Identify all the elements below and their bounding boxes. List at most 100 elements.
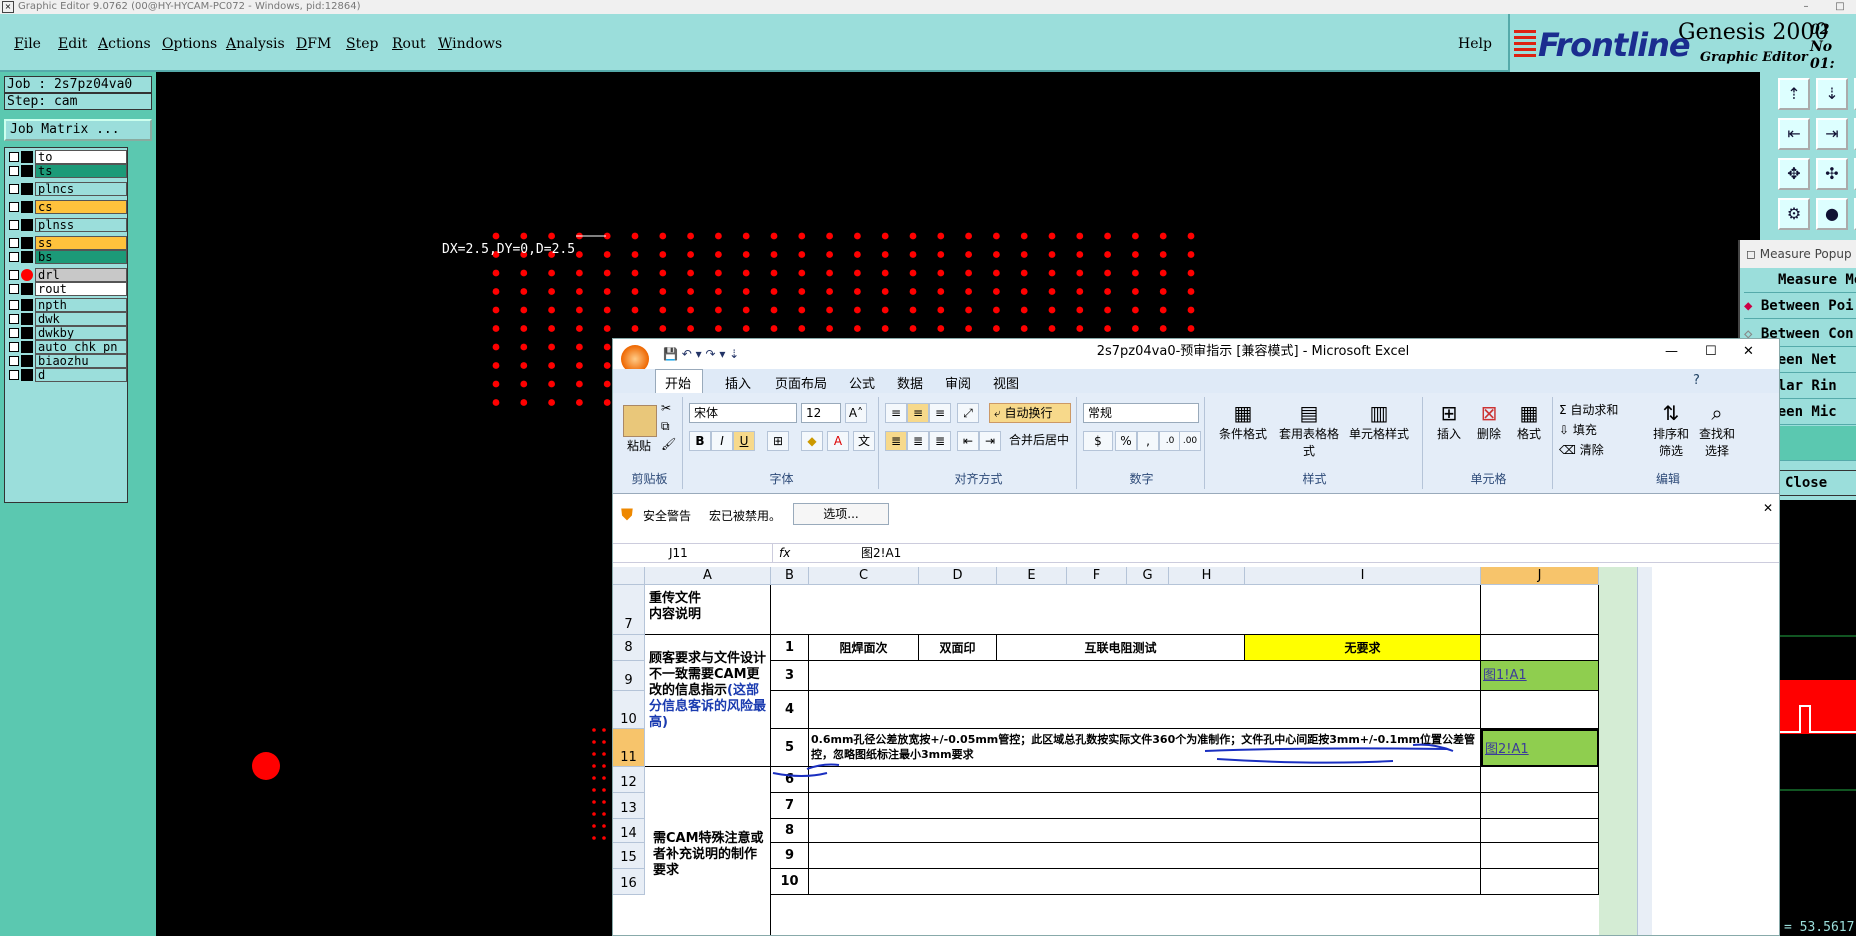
drill-hole	[687, 288, 694, 295]
decrease-indent-icon[interactable]: ⇤	[957, 431, 979, 451]
drill-hole	[602, 728, 606, 732]
grow-font-icon[interactable]: A˄	[845, 403, 867, 423]
percent-button[interactable]: %	[1115, 431, 1137, 451]
tab-formulas[interactable]: 公式	[849, 373, 875, 392]
excel-minimize-button[interactable]: —	[1665, 339, 1678, 365]
paste-icon[interactable]	[623, 405, 657, 437]
sort-filter-button[interactable]: ⇅ 排序和筛选	[1649, 401, 1693, 459]
quick-access-icon[interactable]: 💾 ↶ ▾ ↷ ▾ ⇣	[663, 341, 739, 367]
align-top-icon[interactable]: ≡	[885, 403, 907, 423]
find-select-button[interactable]: ⌕ 查找和选择	[1695, 401, 1739, 459]
drill-hole	[1076, 306, 1084, 314]
ribbon: 粘贴 ✂ ⧉ 🖌 剪贴板 宋体 12 A˄ B I U ⊞ ◆ A 文 字体 ≡…	[613, 393, 1779, 494]
tab-insert[interactable]: 插入	[725, 373, 751, 392]
increase-decimal-icon[interactable]: .0	[1159, 431, 1181, 451]
formula-input[interactable]: 图2!A1	[861, 544, 901, 562]
tab-review[interactable]: 审阅	[945, 373, 971, 392]
drill-hole	[937, 269, 945, 277]
drill-hole	[742, 325, 750, 332]
help-icon[interactable]: ?	[1693, 373, 1700, 388]
drill-hole	[687, 269, 694, 277]
clear-button[interactable]: ⌫ 清除	[1559, 441, 1604, 458]
paste-button[interactable]: 粘贴	[621, 437, 657, 454]
drill-hole	[1048, 251, 1056, 258]
font-name-select[interactable]: 宋体	[689, 403, 797, 423]
format-cells-button[interactable]: ▦ 格式	[1509, 401, 1549, 442]
merge-center-button[interactable]: 合并后居中	[1005, 431, 1075, 451]
autosum-button[interactable]: Σ 自动求和	[1559, 401, 1618, 418]
align-bottom-icon[interactable]: ≡	[929, 403, 951, 423]
tab-page-layout[interactable]: 页面布局	[775, 373, 827, 392]
bold-button[interactable]: B	[689, 431, 711, 451]
font-size-select[interactable]: 12	[801, 403, 841, 423]
fill-color-icon[interactable]: ◆	[801, 431, 823, 451]
coordinate-readout: = 53.5617	[1784, 920, 1855, 935]
italic-button[interactable]: I	[711, 431, 733, 451]
conditional-format-button[interactable]: ▦ 条件格式	[1215, 401, 1271, 442]
drill-hole	[881, 232, 889, 240]
security-options-button[interactable]: 选项...	[793, 503, 889, 525]
group-number: 常规 $ % , .0 .00 数字	[1079, 397, 1205, 489]
drill-hole	[603, 251, 611, 258]
drill-hole	[576, 306, 583, 314]
increase-indent-icon[interactable]: ⇥	[979, 431, 1001, 451]
drill-hole	[1159, 325, 1167, 332]
comma-button[interactable]: ,	[1137, 431, 1159, 451]
number-format-select[interactable]: 常规	[1083, 403, 1199, 423]
wrap-text-button[interactable]: ⤶ 自动换行	[989, 403, 1071, 423]
align-right-icon[interactable]: ≣	[929, 431, 951, 451]
import-icon[interactable]: ⇡	[1778, 78, 1810, 110]
export-icon[interactable]: ⇣	[1816, 78, 1848, 110]
group-cells: ⊞ 插入 ⊠ 删除 ▦ 格式 单元格	[1425, 397, 1553, 489]
zoom-fit-icon[interactable]: ✥	[1778, 158, 1810, 190]
drill-hole	[592, 728, 596, 732]
currency-icon[interactable]: $	[1083, 431, 1113, 451]
tab-data[interactable]: 数据	[897, 373, 923, 392]
drill-hole	[602, 764, 606, 768]
border-icon[interactable]: ⊞	[767, 431, 789, 451]
between-points-option[interactable]: ◆ Between Poi	[1744, 294, 1856, 319]
drill-hole	[1020, 325, 1028, 332]
format-painter-icon[interactable]: 🖌	[661, 437, 676, 451]
drill-hole	[602, 740, 606, 744]
fx-icon[interactable]: fx	[779, 544, 790, 562]
cut-icon[interactable]: ✂	[661, 401, 671, 415]
zoom-center-icon[interactable]: ✣	[1816, 158, 1848, 190]
pan-right-icon[interactable]: ⇥	[1816, 118, 1848, 150]
sort-filter-icon: ⇅	[1662, 401, 1680, 425]
decrease-decimal-icon[interactable]: .00	[1179, 431, 1201, 451]
pad-icon[interactable]: ●	[1816, 198, 1848, 230]
orientation-icon[interactable]: ⤢	[957, 403, 979, 423]
format-as-table-button[interactable]: ▤ 套用表格格式	[1277, 401, 1341, 459]
underline-button[interactable]: U	[733, 431, 755, 451]
drill-hole	[1187, 251, 1195, 258]
drill-hole	[715, 288, 722, 295]
align-center-icon[interactable]: ≣	[907, 431, 929, 451]
drill-hole	[937, 288, 945, 295]
align-left-icon[interactable]: ≣	[885, 431, 907, 451]
drill-hole	[937, 232, 945, 240]
tab-view[interactable]: 视图	[993, 373, 1019, 392]
cell-styles-button[interactable]: ▥ 单元格样式	[1347, 401, 1411, 442]
measure-tool-icon[interactable]: ⚙	[1778, 198, 1810, 230]
copy-icon[interactable]: ⧉	[661, 419, 670, 434]
excel-close-button[interactable]: ✕	[1743, 339, 1754, 365]
align-middle-icon[interactable]: ≡	[907, 403, 929, 423]
drill-hole	[965, 251, 972, 258]
tab-home[interactable]: 开始	[665, 373, 691, 392]
worksheet-grid[interactable]: A B C D E F G H I J 7 8 9 10 11 12 13 14…	[613, 567, 1779, 935]
delete-cells-button[interactable]: ⊠ 删除	[1469, 401, 1509, 442]
pan-left-icon[interactable]: ⇤	[1778, 118, 1810, 150]
security-bar-close-icon[interactable]: ✕	[1763, 501, 1773, 515]
insert-cells-button[interactable]: ⊞ 插入	[1429, 401, 1469, 442]
name-box[interactable]: J11	[613, 544, 773, 562]
excel-maximize-button[interactable]: ☐	[1705, 339, 1717, 365]
drill-hole	[576, 251, 583, 258]
font-color-icon[interactable]: A	[827, 431, 849, 451]
insert-icon: ⊞	[1440, 401, 1458, 425]
fill-button[interactable]: ⇩ 填充	[1559, 421, 1597, 438]
drill-hole	[1048, 325, 1056, 332]
phonetic-icon[interactable]: 文	[853, 431, 875, 451]
drill-hole	[492, 325, 500, 332]
drill-hole	[798, 269, 806, 277]
